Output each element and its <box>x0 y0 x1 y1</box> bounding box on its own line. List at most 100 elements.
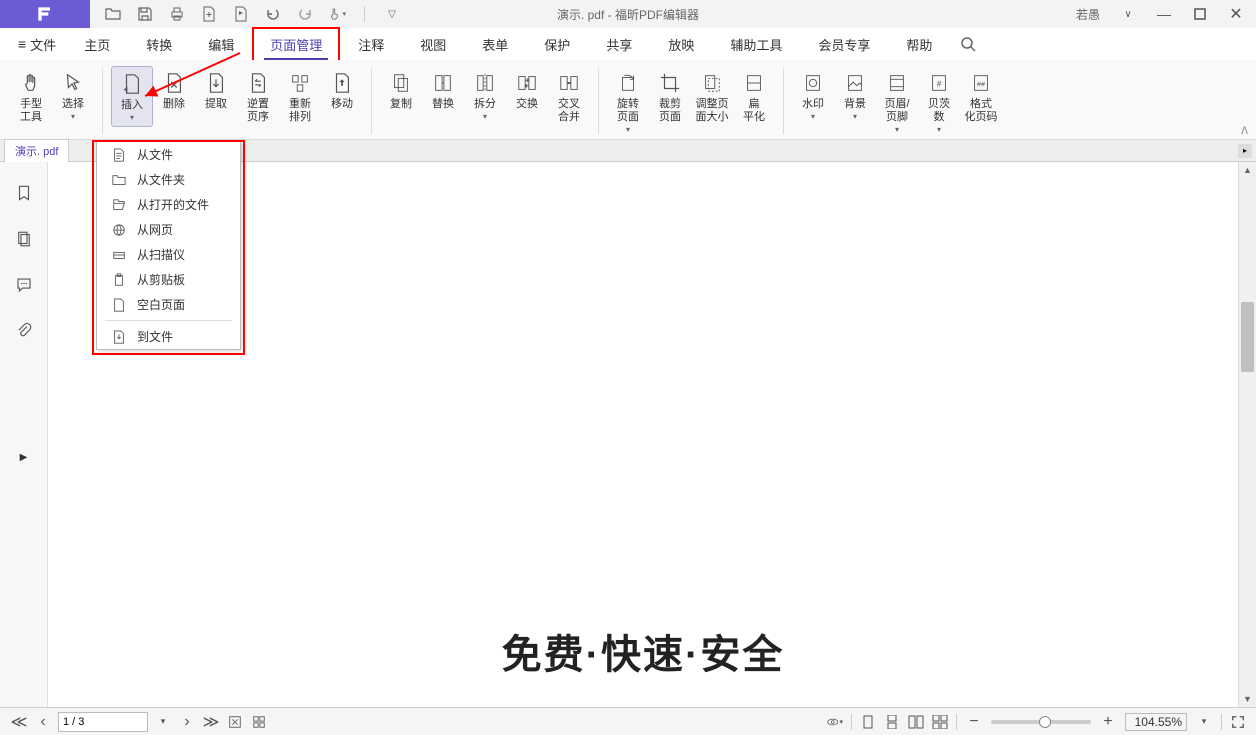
continuous-icon[interactable] <box>884 714 900 730</box>
save-icon[interactable] <box>136 5 154 23</box>
background-button[interactable]: 背景▾ <box>834 66 876 125</box>
globe-icon <box>111 222 127 238</box>
bookmark-icon[interactable] <box>13 182 35 204</box>
crop-button[interactable]: 裁剪 页面 <box>649 66 691 128</box>
duplicate-button[interactable]: 复制 <box>380 66 422 115</box>
dropdown-from-file[interactable]: 从文件 <box>97 142 240 167</box>
watermark-icon <box>800 70 826 96</box>
header-footer-button[interactable]: 页眉/ 页脚▾ <box>876 66 918 138</box>
zoom-in-icon[interactable]: + <box>1099 713 1117 731</box>
tab-edit[interactable]: 编辑 <box>190 27 252 62</box>
close-button[interactable]: ✕ <box>1224 2 1248 26</box>
resize-button[interactable]: 调整页 面大小 <box>691 66 733 128</box>
open-icon[interactable] <box>104 5 122 23</box>
document-tab[interactable]: 演示. pdf <box>4 139 69 162</box>
hand-tool-button[interactable]: 手型 工具 <box>10 66 52 128</box>
page-add-icon[interactable] <box>200 5 218 23</box>
tab-form[interactable]: 表单 <box>464 27 526 62</box>
merge-button[interactable]: 交叉 合并 <box>548 66 590 128</box>
tab-convert[interactable]: 转换 <box>128 27 190 62</box>
ribbon-separator <box>783 68 784 134</box>
dropdown-blank-page[interactable]: 空白页面 <box>97 292 240 317</box>
tab-share[interactable]: 共享 <box>588 27 650 62</box>
minimize-button[interactable]: — <box>1152 2 1176 26</box>
zoom-out-icon[interactable]: − <box>965 713 983 731</box>
read-mode-icon[interactable]: ▾ <box>827 714 843 730</box>
replace-button[interactable]: 替换 <box>422 66 464 115</box>
single-page-icon[interactable] <box>860 714 876 730</box>
background-icon <box>842 70 868 96</box>
page-fit-icon[interactable] <box>226 713 244 731</box>
tab-help[interactable]: 帮助 <box>888 27 950 62</box>
swap-button[interactable]: 交换 <box>506 66 548 115</box>
scroll-up-icon[interactable]: ▲ <box>1239 162 1256 178</box>
page-dropdown-icon[interactable]: ▾ <box>154 713 172 731</box>
tab-annotate[interactable]: 注释 <box>340 27 402 62</box>
next-page-icon[interactable]: › <box>178 713 196 731</box>
replace-icon <box>430 70 456 96</box>
page-input[interactable] <box>58 712 148 732</box>
last-page-icon[interactable]: ≫ <box>202 713 220 731</box>
search-icon[interactable] <box>958 34 978 54</box>
tab-page-manage[interactable]: 页面管理 <box>252 27 340 62</box>
prev-page-icon[interactable]: ‹ <box>34 713 52 731</box>
undo-icon[interactable] <box>264 5 282 23</box>
dropdown-from-web[interactable]: 从网页 <box>97 217 240 242</box>
dropdown-from-scanner[interactable]: 从扫描仪 <box>97 242 240 267</box>
user-name[interactable]: 若愚 <box>1076 6 1100 23</box>
tab-member[interactable]: 会员专享 <box>800 27 888 62</box>
zoom-dropdown-icon[interactable]: ▾ <box>1195 713 1213 731</box>
comment-icon[interactable] <box>13 274 35 296</box>
scroll-thumb[interactable] <box>1241 302 1254 372</box>
extract-button[interactable]: 提取 <box>195 66 237 115</box>
pages-icon[interactable] <box>13 228 35 250</box>
tab-home[interactable]: 主页 <box>66 27 128 62</box>
rotate-button[interactable]: 旋转 页面▾ <box>607 66 649 138</box>
format-number-button[interactable]: ##格式 化页码 <box>960 66 1002 128</box>
move-button[interactable]: 移动 <box>321 66 363 115</box>
print-icon[interactable] <box>168 5 186 23</box>
qat-customize-icon[interactable]: ▽ <box>383 5 401 23</box>
page-thumbnails-icon[interactable] <box>250 713 268 731</box>
insert-button[interactable]: 插入 ▾ <box>111 66 153 127</box>
blank-page-icon <box>111 297 127 313</box>
merge-icon <box>556 70 582 96</box>
attachment-icon[interactable] <box>13 320 35 342</box>
tab-present[interactable]: 放映 <box>650 27 712 62</box>
split-button[interactable]: 拆分▾ <box>464 66 506 125</box>
fullscreen-icon[interactable] <box>1230 714 1246 730</box>
sidebar-expand-icon[interactable]: ▶ <box>13 446 35 468</box>
ribbon-collapse-icon[interactable]: ᐱ <box>1241 126 1248 137</box>
tab-protect[interactable]: 保护 <box>526 27 588 62</box>
chevron-down-icon: ▾ <box>71 112 75 121</box>
vertical-scrollbar[interactable]: ▲ ▼ <box>1238 162 1256 707</box>
tab-view[interactable]: 视图 <box>402 27 464 62</box>
maximize-button[interactable] <box>1188 2 1212 26</box>
two-page-icon[interactable] <box>908 714 924 730</box>
zoom-slider[interactable] <box>991 720 1091 724</box>
tab-tools[interactable]: 辅助工具 <box>712 27 800 62</box>
two-continuous-icon[interactable] <box>932 714 948 730</box>
dropdown-from-clipboard[interactable]: 从剪贴板 <box>97 267 240 292</box>
first-page-icon[interactable]: ≪ <box>10 713 28 731</box>
dropdown-from-folder[interactable]: 从文件夹 <box>97 167 240 192</box>
bates-button[interactable]: #贝茨 数▾ <box>918 66 960 138</box>
dropdown-from-open[interactable]: 从打开的文件 <box>97 192 240 217</box>
tabstrip-scroll-icon[interactable]: ▸ <box>1238 144 1252 158</box>
rearrange-button[interactable]: 重新 排列 <box>279 66 321 128</box>
select-button[interactable]: 选择 ▾ <box>52 66 94 125</box>
file-menu[interactable]: ≡ 文件 <box>8 35 66 54</box>
delete-button[interactable]: 删除 <box>153 66 195 115</box>
flatten-button[interactable]: 扁 平化 <box>733 66 775 128</box>
touch-icon[interactable]: ▾ <box>328 5 346 23</box>
reverse-button[interactable]: 逆置 页序 <box>237 66 279 128</box>
watermark-button[interactable]: 水印▾ <box>792 66 834 125</box>
page-export-icon[interactable] <box>232 5 250 23</box>
split-icon <box>472 70 498 96</box>
zoom-value[interactable]: 104.55% <box>1125 713 1187 731</box>
redo-icon[interactable] <box>296 5 314 23</box>
user-dropdown-icon[interactable]: ∨ <box>1116 2 1140 26</box>
scroll-down-icon[interactable]: ▼ <box>1239 691 1256 707</box>
dropdown-to-file[interactable]: 到文件 <box>97 324 240 349</box>
zoom-slider-knob[interactable] <box>1039 716 1051 728</box>
